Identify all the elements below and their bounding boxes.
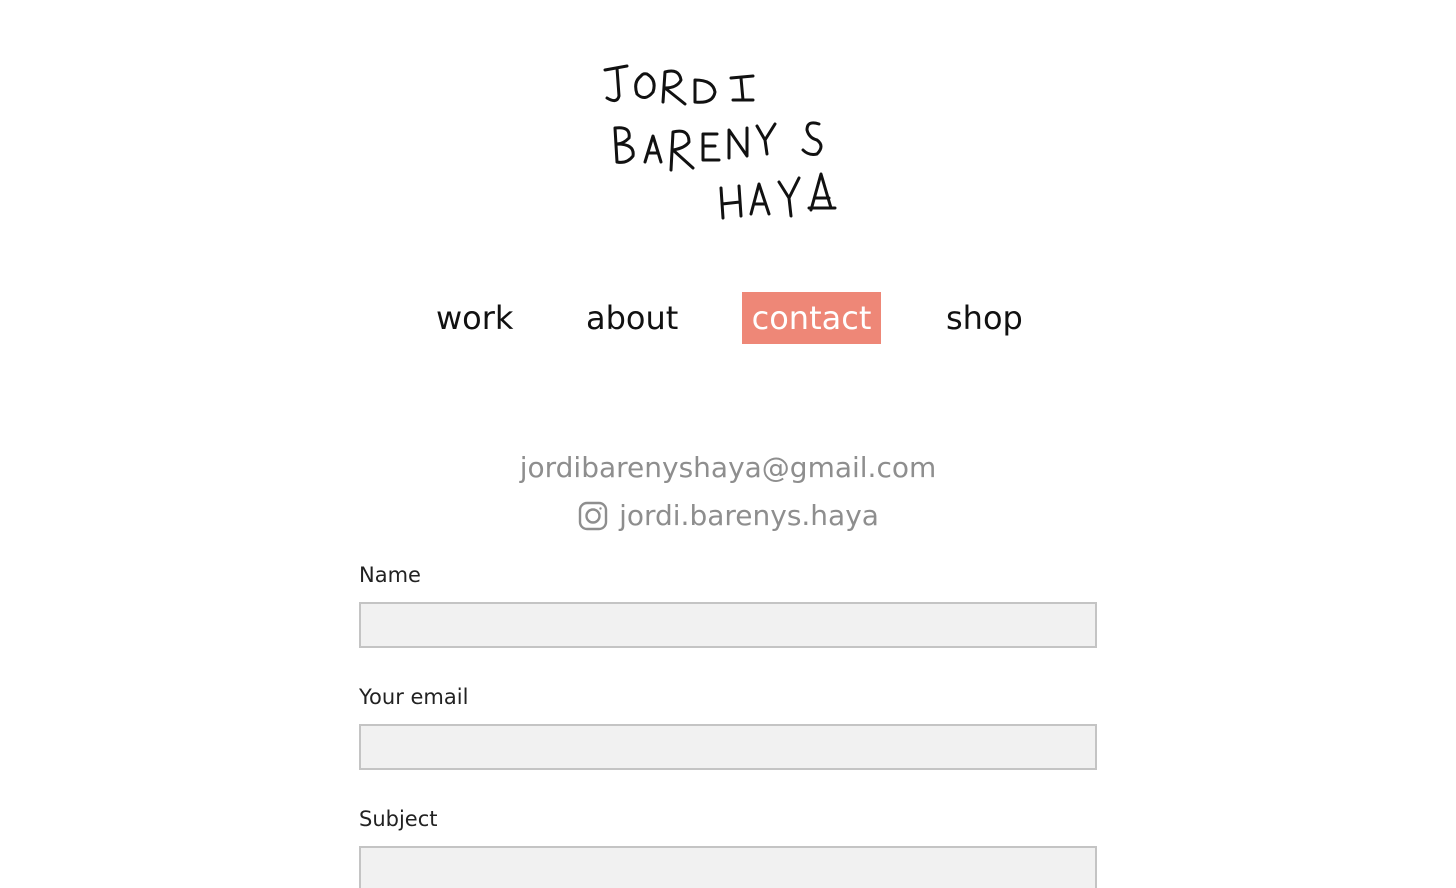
instagram-link[interactable]: jordi.barenys.haya: [577, 496, 879, 536]
main-nav: work about contact shop: [0, 292, 1456, 344]
subject-field-label: Subject: [359, 807, 438, 831]
name-field[interactable]: [359, 602, 1097, 648]
contact-email-link[interactable]: jordibarenyshaya@gmail.com: [520, 448, 937, 488]
name-field-label: Name: [359, 563, 421, 587]
contact-page: work about contact shop jordibarenyshaya…: [0, 0, 1456, 888]
subject-field[interactable]: [359, 846, 1097, 888]
nav-item-work[interactable]: work: [436, 292, 513, 344]
email-field-label: Your email: [359, 685, 469, 709]
instagram-icon: [577, 500, 609, 532]
site-logo[interactable]: [595, 58, 845, 228]
instagram-handle: jordi.barenys.haya: [619, 499, 879, 532]
contact-form: Name Your email Subject: [359, 560, 1097, 888]
email-field[interactable]: [359, 724, 1097, 770]
handwritten-logo-icon: [603, 64, 837, 220]
nav-item-shop[interactable]: shop: [946, 292, 1023, 344]
nav-item-contact[interactable]: contact: [742, 292, 881, 344]
contact-instagram-row: jordi.barenys.haya: [0, 496, 1456, 536]
contact-email-row: jordibarenyshaya@gmail.com: [0, 448, 1456, 488]
nav-item-about[interactable]: about: [586, 292, 678, 344]
